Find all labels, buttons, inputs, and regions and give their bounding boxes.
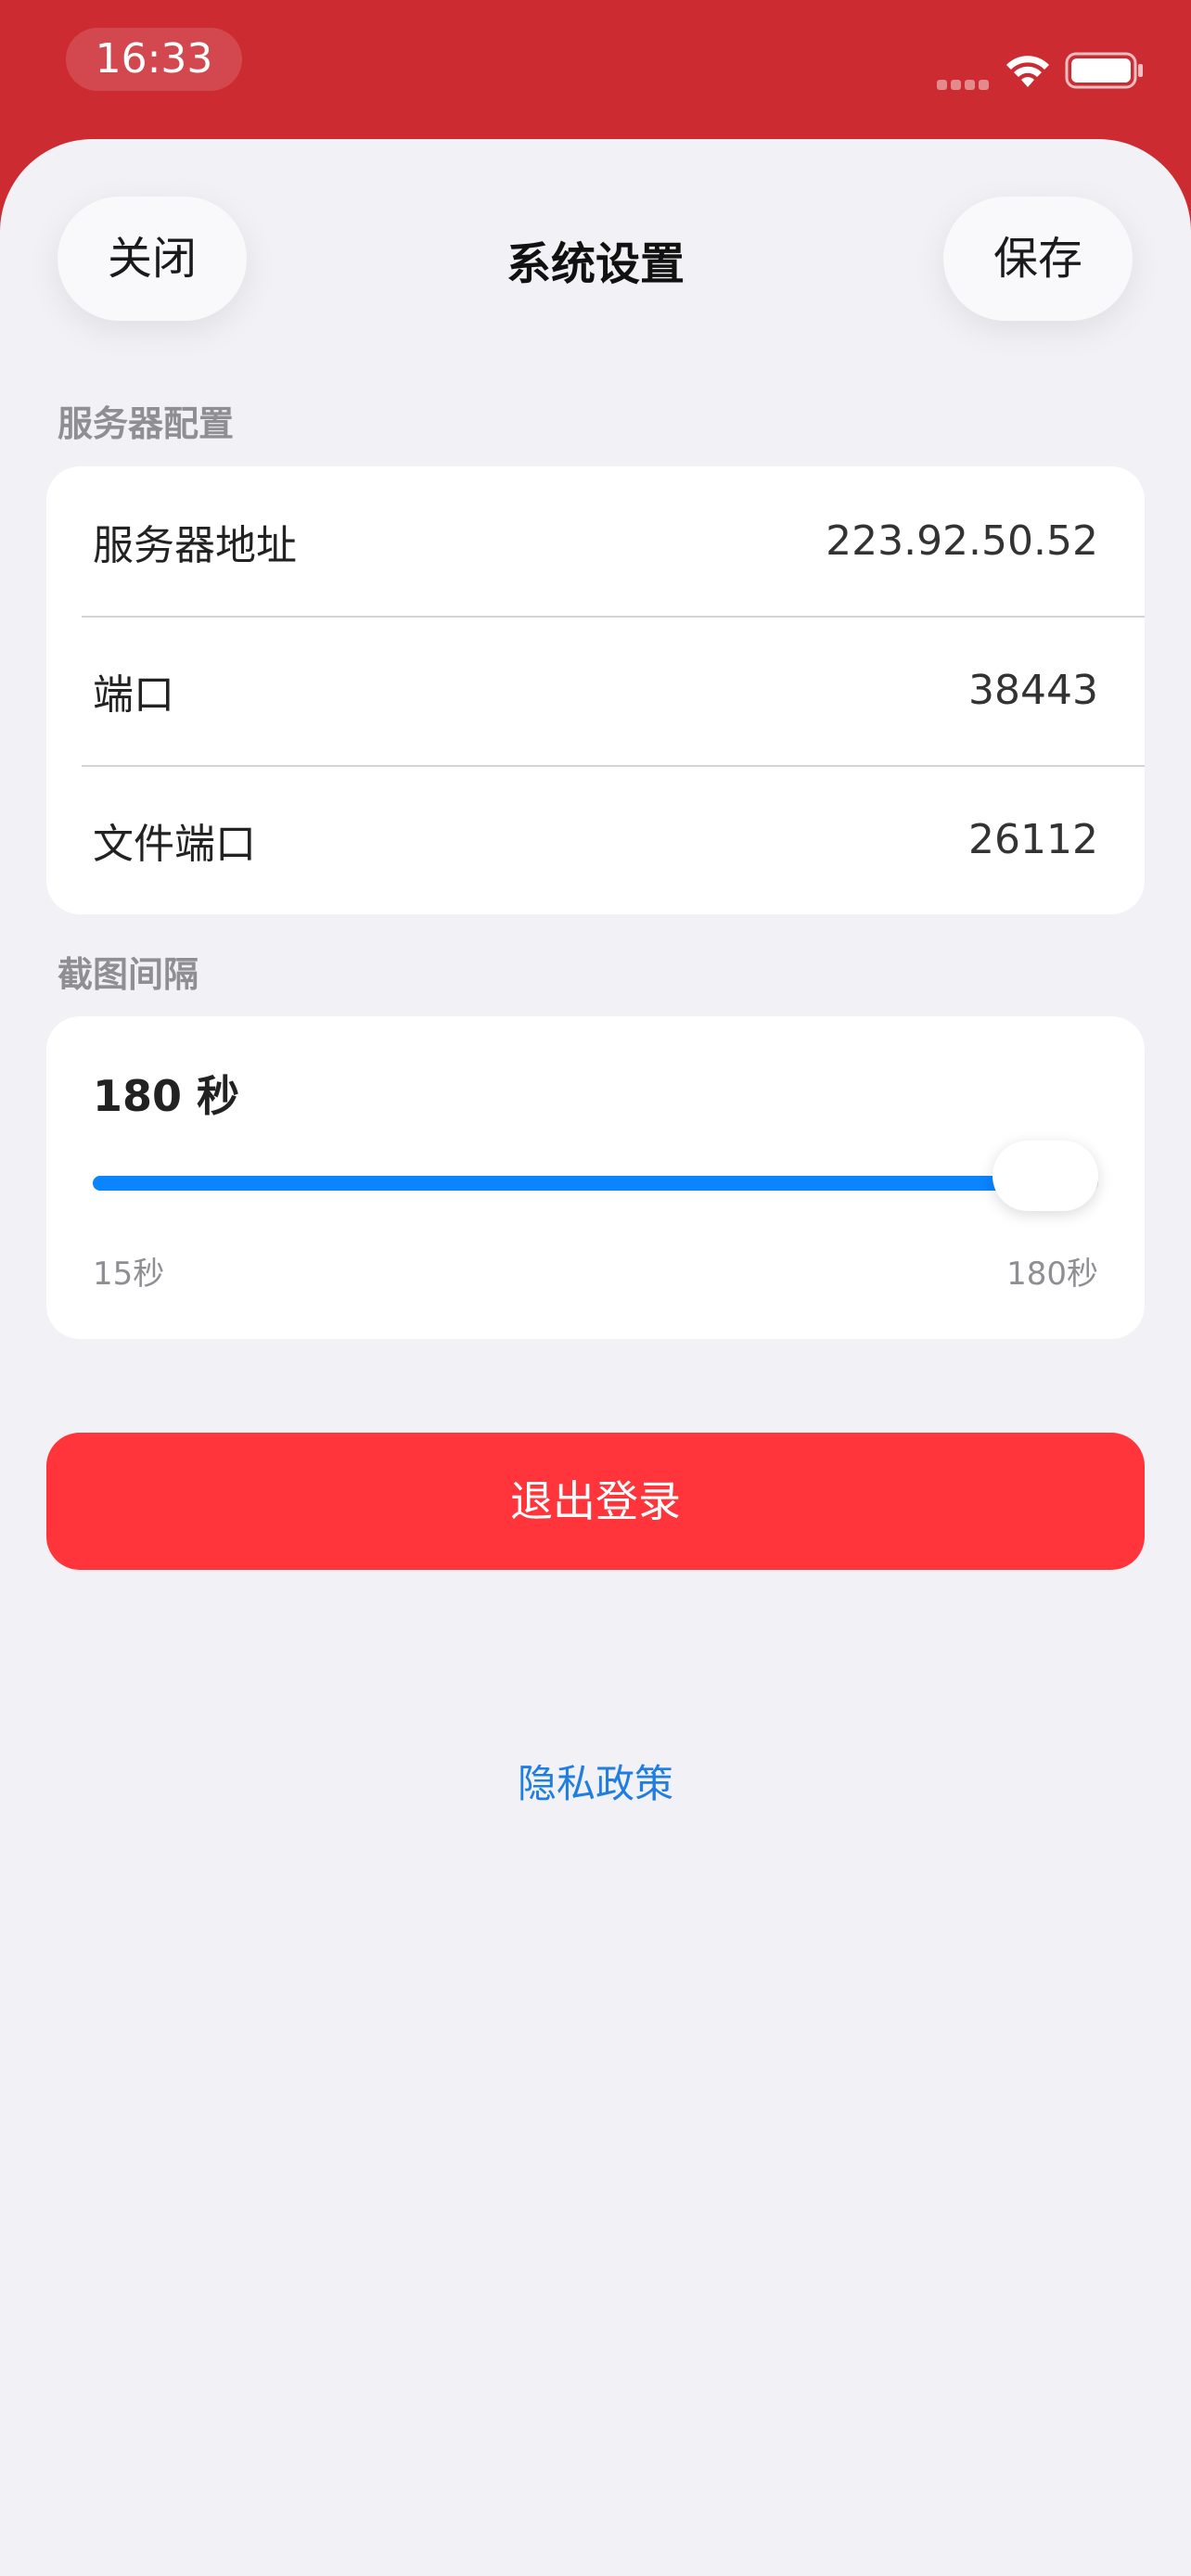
file-port-value: 26112: [968, 816, 1098, 863]
interval-slider[interactable]: [93, 1141, 1098, 1211]
signal-icon: [937, 76, 992, 94]
server-address-label: 服务器地址: [93, 521, 297, 569]
slider-min-label: 15秒: [93, 1256, 165, 1293]
port-label: 端口: [93, 670, 174, 719]
slider-max-label: 180秒: [1006, 1256, 1098, 1293]
logout-button[interactable]: 退出登录: [46, 1433, 1145, 1570]
privacy-policy-link[interactable]: 隐私政策: [0, 1753, 1191, 1809]
status-time: 16:33: [66, 28, 242, 91]
status-bar: 16:33: [0, 0, 1191, 139]
port-value: 38443: [968, 667, 1098, 714]
screenshot-interval-header: 截图间隔: [58, 954, 199, 995]
save-button[interactable]: 保存: [943, 197, 1133, 321]
server-config-card: 服务器地址 223.92.50.52 端口 38443 文件端口 26112: [46, 466, 1145, 914]
server-address-row[interactable]: 服务器地址 223.92.50.52: [46, 466, 1145, 616]
settings-sheet: 关闭 系统设置 保存 服务器配置 服务器地址 223.92.50.52 端口 3…: [0, 139, 1191, 2576]
port-row[interactable]: 端口 38443: [46, 616, 1145, 765]
file-port-row[interactable]: 文件端口 26112: [46, 765, 1145, 914]
wifi-icon: [1006, 56, 1049, 87]
server-config-header: 服务器配置: [58, 403, 235, 444]
battery-icon: [1065, 52, 1143, 89]
server-address-value: 223.92.50.52: [826, 517, 1098, 565]
slider-fill: [93, 1176, 1045, 1191]
file-port-label: 文件端口: [93, 820, 256, 868]
slider-thumb[interactable]: [992, 1141, 1098, 1211]
screenshot-interval-card: 180 秒 15秒 180秒: [46, 1016, 1145, 1339]
interval-value: 180 秒: [93, 1071, 240, 1121]
